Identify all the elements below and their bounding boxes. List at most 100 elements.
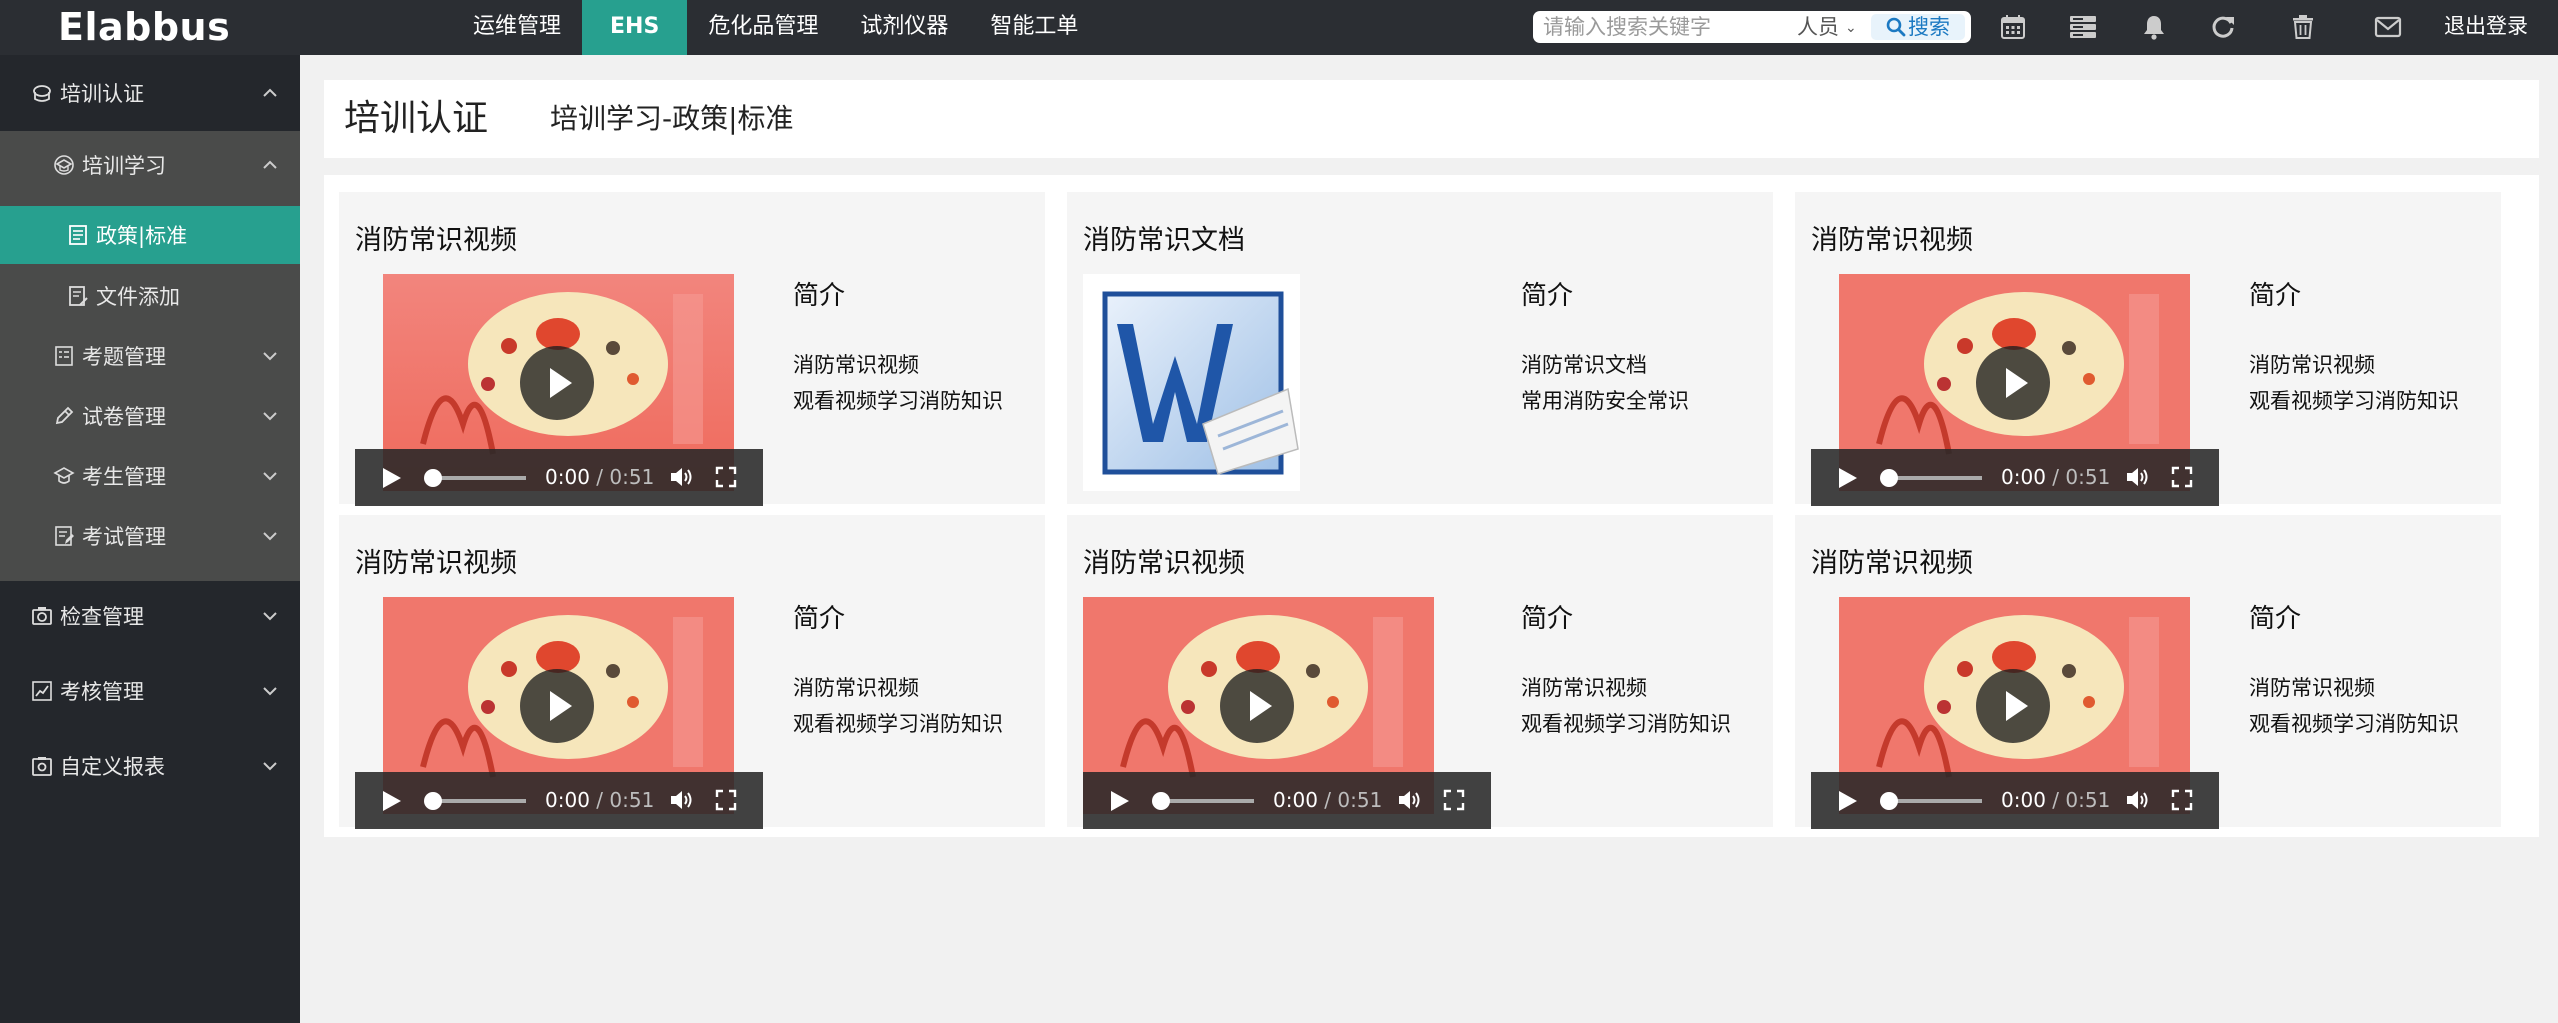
- seek-handle[interactable]: [424, 469, 442, 487]
- card-title[interactable]: 消防常识视频: [1083, 541, 1245, 580]
- play-icon[interactable]: [1839, 791, 1857, 811]
- trash-icon[interactable]: [2286, 10, 2320, 44]
- fullscreen-icon[interactable]: [2171, 466, 2193, 488]
- sidebar-item-policy-standard[interactable]: 政策|标准: [0, 206, 300, 264]
- card-intro-heading: 简介: [793, 604, 846, 634]
- resource-card: 消防常识视频 0:00 / 0:51 简介 消防常识视频 观看视频学习消防知识: [339, 192, 1045, 506]
- fullscreen-icon[interactable]: [715, 466, 737, 488]
- nav-item-reagents[interactable]: 试剂仪器: [839, 0, 969, 55]
- duration: / 0:51: [2052, 465, 2111, 489]
- search-input[interactable]: [1543, 11, 1793, 43]
- play-overlay-icon[interactable]: [1976, 669, 2050, 743]
- card-title[interactable]: 消防常识视频: [355, 218, 517, 257]
- sidebar: 培训认证 培训学习 政策|标准 文件添加 考题管理 试卷管理 考生管理 考试管理…: [0, 55, 300, 1023]
- play-overlay-icon[interactable]: [520, 669, 594, 743]
- play-overlay-icon[interactable]: [1976, 346, 2050, 420]
- card-description: 消防常识文档: [1521, 353, 1647, 377]
- seek-handle[interactable]: [1880, 792, 1898, 810]
- current-time: 0:00: [2001, 788, 2046, 812]
- resource-card: 消防常识视频 0:00 / 0:51 简介 消防常识视频 观看视频学习消防知识: [1795, 192, 2501, 506]
- search-button[interactable]: 搜索: [1871, 14, 1965, 40]
- sidebar-item-exam-mgmt[interactable]: 考试管理: [0, 506, 300, 566]
- seek-handle[interactable]: [1152, 792, 1170, 810]
- sidebar-item-question-mgmt[interactable]: 考题管理: [0, 326, 300, 386]
- seek-bar[interactable]: [431, 799, 526, 803]
- chevron-down-icon: [263, 687, 277, 696]
- nav-item-hazmat[interactable]: 危化品管理: [687, 0, 839, 55]
- volume-icon[interactable]: [669, 465, 695, 489]
- card-intro-heading: 简介: [2249, 604, 2302, 634]
- nav-item-ops[interactable]: 运维管理: [452, 0, 582, 55]
- card-intro-heading: 简介: [1521, 604, 1574, 634]
- sidebar-item-training-cert[interactable]: 培训认证: [0, 55, 300, 131]
- current-time: 0:00: [1273, 788, 1318, 812]
- volume-icon[interactable]: [1397, 788, 1423, 812]
- mail-icon[interactable]: [2371, 10, 2405, 44]
- play-icon[interactable]: [1111, 791, 1129, 811]
- sidebar-item-label: 检查管理: [60, 605, 144, 629]
- bell-icon[interactable]: [2137, 10, 2171, 44]
- sidebar-item-label: 培训学习: [82, 154, 166, 178]
- card-title[interactable]: 消防常识文档: [1083, 218, 1245, 257]
- play-icon[interactable]: [383, 791, 401, 811]
- video-controls: 0:00 / 0:51: [1811, 449, 2219, 506]
- volume-icon[interactable]: [2125, 788, 2151, 812]
- resource-grid: 消防常识视频 0:00 / 0:51 简介 消防常识视频 观看视频学习消防知识 …: [324, 175, 2539, 837]
- card-description: 常用消防安全常识: [1521, 389, 1689, 413]
- current-time: 0:00: [545, 788, 590, 812]
- nav-item-work-orders[interactable]: 智能工单: [969, 0, 1099, 55]
- card-description: 消防常识视频: [1521, 676, 1647, 700]
- seek-bar[interactable]: [1159, 799, 1254, 803]
- search-type-select[interactable]: 人员 ⌄: [1791, 11, 1863, 43]
- book-icon: [66, 223, 90, 247]
- fullscreen-icon[interactable]: [715, 789, 737, 811]
- search-box: 人员 ⌄ 搜索: [1533, 11, 1971, 43]
- report-icon: [30, 754, 54, 778]
- app-logo[interactable]: Elabbus: [58, 0, 230, 55]
- refresh-icon[interactable]: [2206, 10, 2240, 44]
- fullscreen-icon[interactable]: [1443, 789, 1465, 811]
- duration: / 0:51: [596, 465, 655, 489]
- play-overlay-icon[interactable]: [520, 346, 594, 420]
- seek-bar[interactable]: [1887, 799, 1982, 803]
- logout-link[interactable]: 退出登录: [2444, 0, 2528, 55]
- nav-item-ehs[interactable]: EHS: [582, 0, 688, 55]
- card-title[interactable]: 消防常识视频: [1811, 218, 1973, 257]
- seek-bar[interactable]: [1887, 476, 1982, 480]
- sidebar-item-training-study[interactable]: 培训学习: [0, 131, 300, 199]
- volume-icon[interactable]: [669, 788, 695, 812]
- fullscreen-icon[interactable]: [2171, 789, 2193, 811]
- student-icon: [52, 464, 76, 488]
- card-description: 观看视频学习消防知识: [793, 712, 1003, 736]
- seek-handle[interactable]: [1880, 469, 1898, 487]
- search-icon: [1886, 17, 1906, 37]
- sidebar-item-candidate-mgmt[interactable]: 考生管理: [0, 446, 300, 506]
- chevron-down-icon: [263, 762, 277, 771]
- play-icon[interactable]: [1839, 468, 1857, 488]
- current-time: 0:00: [2001, 465, 2046, 489]
- chevron-up-icon: [263, 88, 277, 97]
- graduation-icon: [52, 153, 76, 177]
- word-document-icon[interactable]: [1083, 274, 1300, 491]
- card-title[interactable]: 消防常识视频: [1811, 541, 1973, 580]
- resource-card: 消防常识文档 简介 消防常识文档 常用消防安全常识: [1067, 192, 1773, 504]
- sidebar-item-label: 培训认证: [60, 82, 144, 106]
- sidebar-item-label: 文件添加: [96, 285, 180, 309]
- sidebar-item-file-add[interactable]: 文件添加: [0, 266, 300, 326]
- chart-icon: [30, 679, 54, 703]
- card-description: 观看视频学习消防知识: [793, 389, 1003, 413]
- volume-icon[interactable]: [2125, 465, 2151, 489]
- sidebar-item-paper-mgmt[interactable]: 试卷管理: [0, 386, 300, 446]
- seek-handle[interactable]: [424, 792, 442, 810]
- seek-bar[interactable]: [431, 476, 526, 480]
- play-icon[interactable]: [383, 468, 401, 488]
- card-title[interactable]: 消防常识视频: [355, 541, 517, 580]
- play-overlay-icon[interactable]: [1220, 669, 1294, 743]
- server-icon[interactable]: [2066, 10, 2100, 44]
- calendar-icon[interactable]: [1996, 10, 2030, 44]
- video-controls: 0:00 / 0:51: [1083, 772, 1491, 829]
- sidebar-item-assessment-mgmt[interactable]: 考核管理: [0, 656, 300, 726]
- sidebar-item-inspection-mgmt[interactable]: 检查管理: [0, 581, 300, 651]
- card-description: 观看视频学习消防知识: [2249, 389, 2459, 413]
- sidebar-item-custom-report[interactable]: 自定义报表: [0, 731, 300, 801]
